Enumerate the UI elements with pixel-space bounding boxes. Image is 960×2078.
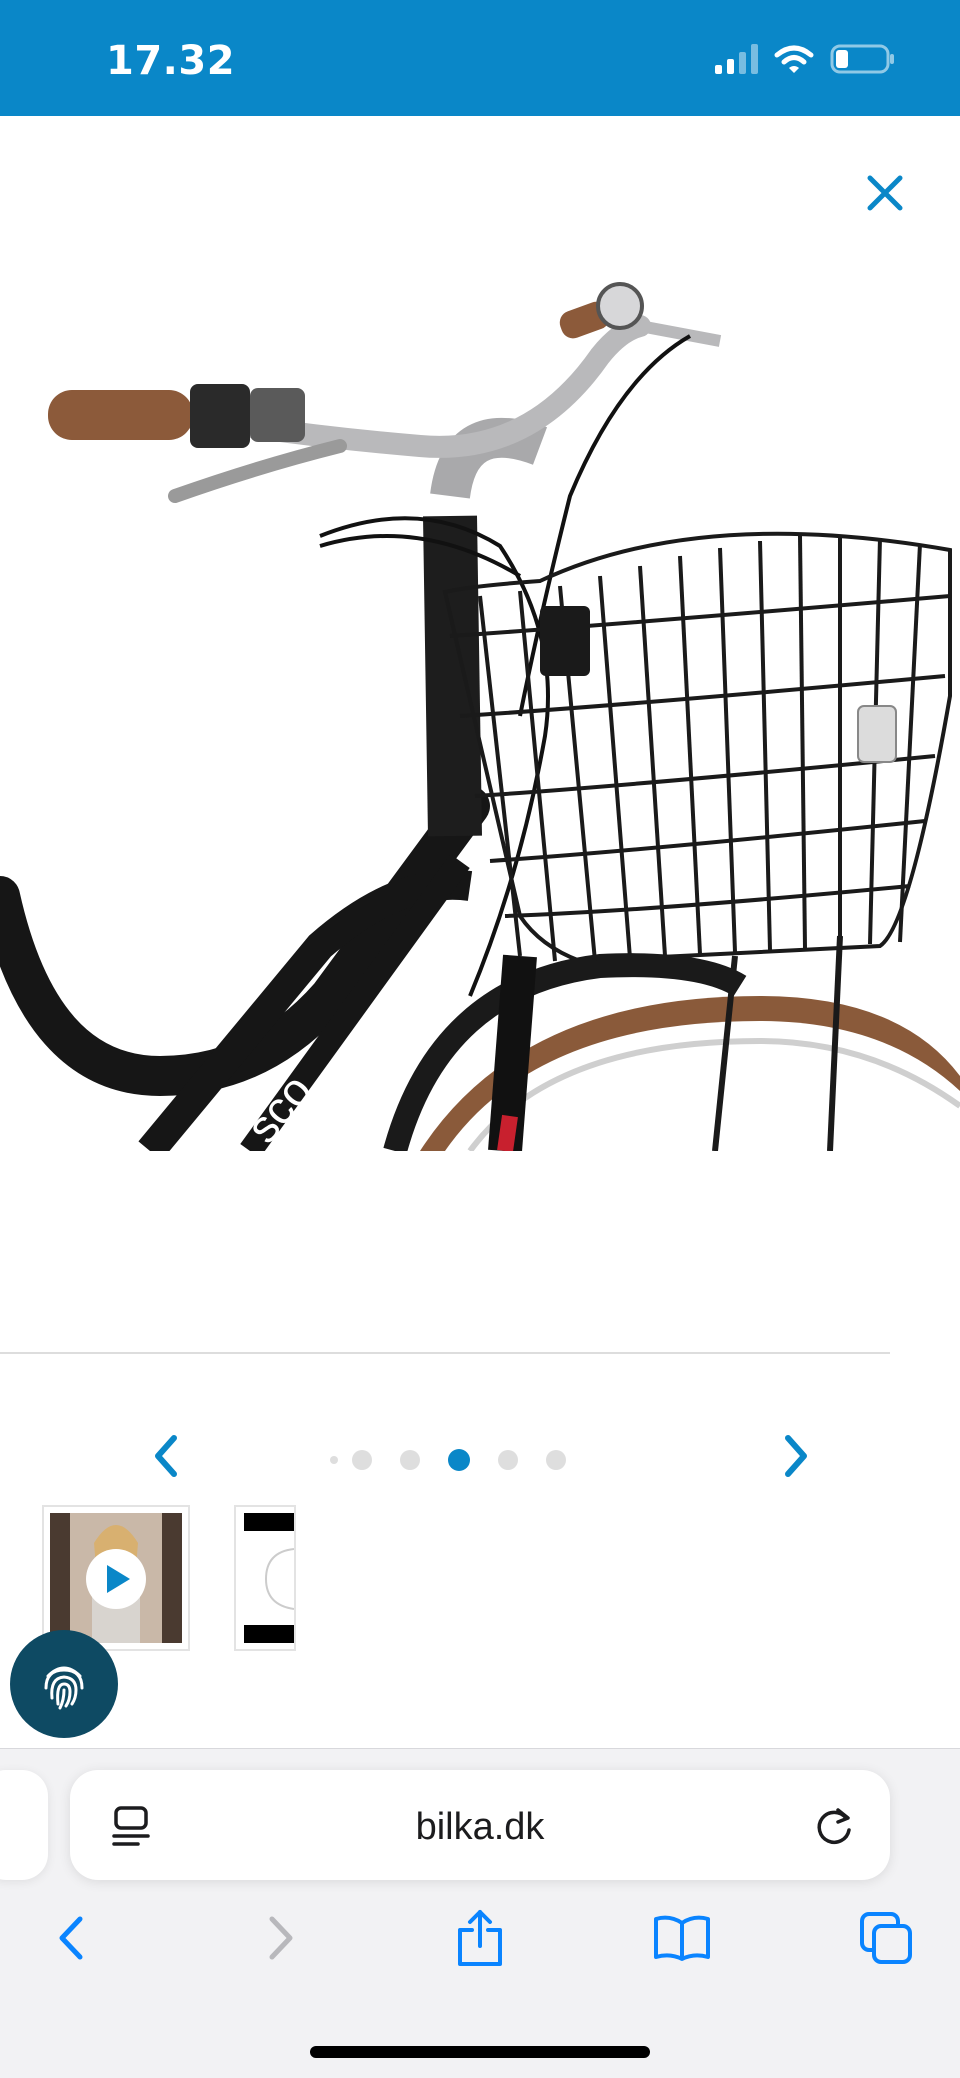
gallery-pagination (330, 1448, 590, 1472)
tabs-button[interactable] (856, 1908, 916, 1968)
fingerprint-icon (44, 1666, 84, 1710)
bookmarks-icon (654, 1915, 710, 1961)
reload-icon[interactable] (812, 1804, 856, 1848)
fingerprint-button[interactable] (10, 1630, 118, 1738)
thumbnail-image[interactable] (234, 1505, 296, 1651)
previous-tab-preview[interactable] (0, 1770, 48, 1880)
back-icon (59, 1916, 83, 1960)
back-button[interactable] (42, 1908, 102, 1968)
home-indicator[interactable] (310, 2046, 650, 2058)
pagination-dot[interactable] (400, 1450, 420, 1470)
share-button[interactable] (450, 1908, 510, 1968)
battery-icon (830, 44, 894, 74)
product-image[interactable]: sco (0, 116, 960, 1151)
url-text[interactable]: bilka.dk (70, 1806, 890, 1849)
chevron-left-icon (155, 1435, 177, 1477)
bicycle-image: sco (0, 282, 960, 1151)
product-thumbnail-image (244, 1513, 294, 1643)
address-bar[interactable]: bilka.dk (70, 1770, 890, 1880)
status-icons (715, 44, 896, 74)
close-icon (867, 175, 903, 211)
chevron-right-icon (785, 1435, 807, 1477)
pagination-dot[interactable] (546, 1450, 566, 1470)
pagination-dot[interactable] (498, 1450, 518, 1470)
cellular-signal-icon (715, 44, 758, 74)
forward-button[interactable] (250, 1908, 310, 1968)
forward-icon (269, 1916, 293, 1960)
video-thumbnail-image (50, 1513, 182, 1643)
gallery-next-button[interactable] (776, 1432, 816, 1480)
wifi-icon (774, 45, 814, 73)
gallery-prev-button[interactable] (146, 1432, 186, 1480)
status-bar: 17.32 (0, 0, 960, 116)
pagination-dot-active[interactable] (448, 1449, 470, 1471)
bookmarks-button[interactable] (652, 1908, 712, 1968)
share-icon (458, 1910, 502, 1966)
gallery-divider (0, 1352, 890, 1354)
pagination-dot[interactable] (330, 1456, 338, 1464)
pagination-dot[interactable] (352, 1450, 372, 1470)
close-button[interactable] (860, 168, 910, 218)
tabs-icon (860, 1912, 912, 1964)
status-time: 17.32 (106, 38, 236, 84)
